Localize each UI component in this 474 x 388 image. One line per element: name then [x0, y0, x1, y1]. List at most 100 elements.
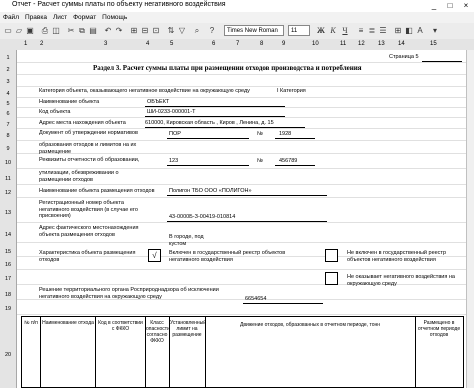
- number-sign: №: [257, 158, 263, 164]
- dropdown-icon[interactable]: ▾: [430, 25, 440, 36]
- ruler-mark: 9: [282, 41, 286, 47]
- font-size-select[interactable]: 11: [288, 25, 310, 36]
- not-included-label: Не включен в государственный реестр объе…: [347, 250, 447, 263]
- redo-icon[interactable]: ↷: [114, 25, 124, 36]
- normatives-doc[interactable]: ПОР: [169, 131, 181, 138]
- insert-row-icon[interactable]: ⊞: [129, 25, 139, 36]
- grid-line: [17, 269, 466, 270]
- grid-line: [17, 140, 466, 141]
- header-hazard-class: Класс опасности согласно ФККО: [146, 320, 170, 344]
- help-icon[interactable]: ?: [207, 25, 217, 36]
- worksheet[interactable]: Страница 5 Раздел 3. Расчет суммы платы …: [17, 50, 466, 388]
- section-title: Раздел 3. Расчет суммы платы при размеще…: [93, 64, 362, 72]
- object-name-label: Наименование объекта: [39, 99, 100, 105]
- open-icon[interactable]: ▱: [14, 25, 24, 36]
- row-number: 10: [4, 160, 12, 166]
- row-number: 3: [6, 79, 10, 85]
- normatives-label: Документ об утверждении нормативов: [39, 130, 138, 136]
- row-number: 18: [4, 292, 12, 298]
- ruler-mark: 6: [212, 41, 216, 47]
- row-number: 15: [4, 249, 12, 255]
- grid-line: [17, 86, 466, 87]
- underline: [275, 138, 315, 139]
- underline: [167, 195, 327, 196]
- borders-icon[interactable]: ⊞: [393, 25, 403, 36]
- no-impact-checkbox[interactable]: [325, 272, 338, 285]
- align-left-icon[interactable]: ≡: [356, 25, 366, 36]
- align-center-icon[interactable]: ≣: [367, 25, 377, 36]
- preview-icon[interactable]: ◫: [51, 25, 61, 36]
- menu-help[interactable]: Помощь: [99, 12, 130, 23]
- reporting-number[interactable]: 456789: [279, 158, 297, 165]
- header-fkko-code: Код в соответствии с ФККО: [98, 320, 143, 332]
- maximize-button[interactable]: □: [442, 0, 458, 11]
- underline: [167, 165, 249, 166]
- filter-icon[interactable]: ▽: [177, 25, 187, 36]
- copy-icon[interactable]: ⧉: [77, 25, 87, 36]
- underline-button[interactable]: Ч: [340, 25, 350, 36]
- registration-value[interactable]: 43-0000Б-З-00419-010814: [169, 214, 235, 221]
- reporting-label: Реквизиты отчетности об образовании,: [39, 157, 140, 163]
- included-checkbox[interactable]: √: [148, 249, 161, 262]
- undo-icon[interactable]: ↶: [103, 25, 113, 36]
- merge-icon[interactable]: ⊡: [151, 25, 161, 36]
- ruler-mark: 7: [236, 41, 240, 47]
- table-divider: [95, 316, 96, 388]
- underline: [167, 138, 249, 139]
- row-number: 4: [6, 91, 10, 97]
- row-number: 6: [6, 111, 10, 117]
- header-number: № п/п: [24, 320, 38, 326]
- italic-button[interactable]: К: [328, 25, 338, 36]
- print-icon[interactable]: ⎙: [40, 25, 50, 36]
- table-divider: [205, 316, 206, 388]
- grid-line: [17, 128, 466, 129]
- vertical-scrollbar[interactable]: [466, 50, 474, 388]
- grid-line: [17, 168, 466, 169]
- minimize-button[interactable]: _: [426, 0, 442, 11]
- normatives-number[interactable]: 1928: [279, 131, 291, 138]
- rosprirod-label: Решение территориального органа Росприро…: [39, 287, 219, 300]
- new-icon[interactable]: ▭: [3, 25, 13, 36]
- category-value[interactable]: I Категория: [277, 88, 306, 95]
- font-color-icon[interactable]: A: [415, 25, 425, 36]
- menu-format[interactable]: Формат: [70, 12, 99, 23]
- row-number: 1: [6, 55, 10, 61]
- sort-icon[interactable]: ⇅: [166, 25, 176, 36]
- header-limit: Установленный лимит на размещение: [170, 320, 207, 338]
- ruler-mark: 2: [40, 41, 44, 47]
- actual-address-value[interactable]: В городе, под кустом: [169, 234, 221, 247]
- number-sign: №: [257, 131, 263, 137]
- reporting-doc[interactable]: 123: [169, 158, 178, 165]
- table-divider: [415, 316, 416, 388]
- toolbar: ▭ ▱ ▣ ⎙ ◫ ✂ ⧉ ▤ ↶ ↷ ⊞ ⊟ ⊡ ⇅ ▽ ⌕ ? Times …: [0, 23, 474, 40]
- delete-row-icon[interactable]: ⊟: [140, 25, 150, 36]
- actual-address-label: Адрес фактического местонахождения объек…: [39, 225, 139, 238]
- menu-edit[interactable]: Правка: [22, 12, 50, 23]
- zoom-icon[interactable]: ⌕: [192, 25, 202, 36]
- row-number: 5: [6, 101, 10, 107]
- close-button[interactable]: ×: [458, 0, 474, 11]
- row-number: 16: [4, 262, 12, 268]
- bold-button[interactable]: Ж: [316, 25, 326, 36]
- disposal-value[interactable]: Полигон ТБО ООО «ПОЛИГОН»: [169, 188, 252, 195]
- menu-file[interactable]: Файл: [0, 12, 22, 23]
- grid-line: [17, 314, 466, 315]
- cut-icon[interactable]: ✂: [66, 25, 76, 36]
- row-number: 12: [4, 190, 12, 196]
- paste-icon[interactable]: ▤: [88, 25, 98, 36]
- address-value[interactable]: 610000, Кировская область , Киров , Лени…: [145, 120, 274, 127]
- header-waste-name: Наименование отхода: [42, 320, 94, 326]
- rosprirod-value[interactable]: 6654654: [245, 296, 266, 303]
- save-icon[interactable]: ▣: [25, 25, 35, 36]
- font-name-select[interactable]: Times New Roman: [224, 25, 284, 36]
- header-placed: Размещено в отчетном периоде отходов: [417, 320, 461, 338]
- object-code-value[interactable]: ШИ-0233-000001-Т: [147, 109, 195, 116]
- category-label: Категория объекта, оказывающего негативн…: [39, 88, 250, 94]
- ruler-mark: 8: [260, 41, 264, 47]
- menu-sheet[interactable]: Лист: [50, 12, 70, 23]
- grid-line: [17, 62, 466, 63]
- object-name-value[interactable]: ОБЪЕКТ: [147, 99, 169, 106]
- align-right-icon[interactable]: ☰: [378, 25, 388, 36]
- fill-color-icon[interactable]: ◧: [404, 25, 414, 36]
- not-included-checkbox[interactable]: [325, 249, 338, 262]
